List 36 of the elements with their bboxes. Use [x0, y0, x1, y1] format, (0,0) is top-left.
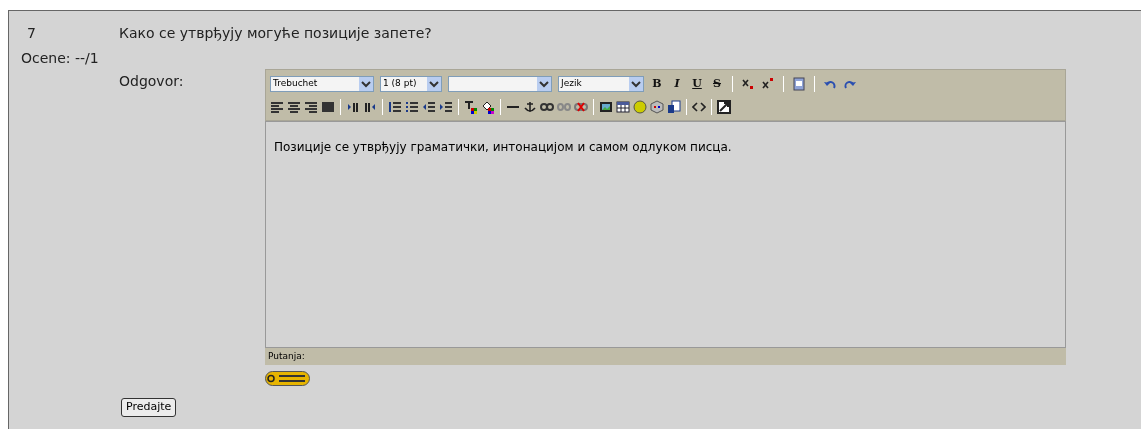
align-center-icon[interactable] [287, 100, 301, 114]
question-number: 7 [27, 24, 37, 43]
answer-text: Позиције се утврђују граматички, интонацијом и самом одлуком писца. [274, 140, 732, 154]
grade-label: Ocene: --/1 [21, 50, 99, 66]
dropdown[interactable] [448, 76, 552, 92]
question-text: Како се утврђују могуће позиције запете? [119, 24, 432, 43]
justify-icon[interactable] [321, 100, 335, 114]
link-icon[interactable] [540, 100, 554, 114]
background-color-icon[interactable] [481, 100, 495, 114]
subscript-icon[interactable] [741, 77, 755, 91]
dropdown[interactable]: 1 (8 pt) [380, 76, 442, 92]
answer-editor[interactable]: Позиције се утврђују граматички, интонацијом и самом одлуком писца. [265, 121, 1066, 348]
html-source-icon[interactable] [692, 100, 706, 114]
left-to-right-icon[interactable] [346, 100, 360, 114]
underline-button[interactable]: U [690, 75, 704, 93]
strike-button[interactable]: S [710, 75, 724, 93]
numbered-list-icon[interactable] [388, 100, 402, 114]
align-right-icon[interactable] [304, 100, 318, 114]
outdent-icon[interactable] [422, 100, 436, 114]
indent-icon[interactable] [439, 100, 453, 114]
image-icon[interactable] [599, 100, 613, 114]
path-label: Putanja: [268, 349, 305, 363]
dropdown[interactable]: Trebuchet [270, 76, 374, 92]
right-to-left-icon[interactable] [363, 100, 377, 114]
superscript-icon[interactable] [761, 77, 775, 91]
answer-label: Odgovor: [119, 72, 185, 91]
bold-button[interactable]: B [650, 75, 664, 93]
italic-button[interactable]: I [670, 75, 684, 93]
anchor-icon[interactable] [523, 100, 537, 114]
submit-button[interactable]: Predajte [121, 397, 177, 417]
dropdown[interactable]: Jezik [558, 76, 644, 92]
bullet-list-icon[interactable] [405, 100, 419, 114]
align-left-icon[interactable] [270, 100, 284, 114]
fullscreen-icon[interactable] [717, 100, 731, 114]
table-icon[interactable] [616, 100, 630, 114]
text-color-icon[interactable] [464, 100, 478, 114]
